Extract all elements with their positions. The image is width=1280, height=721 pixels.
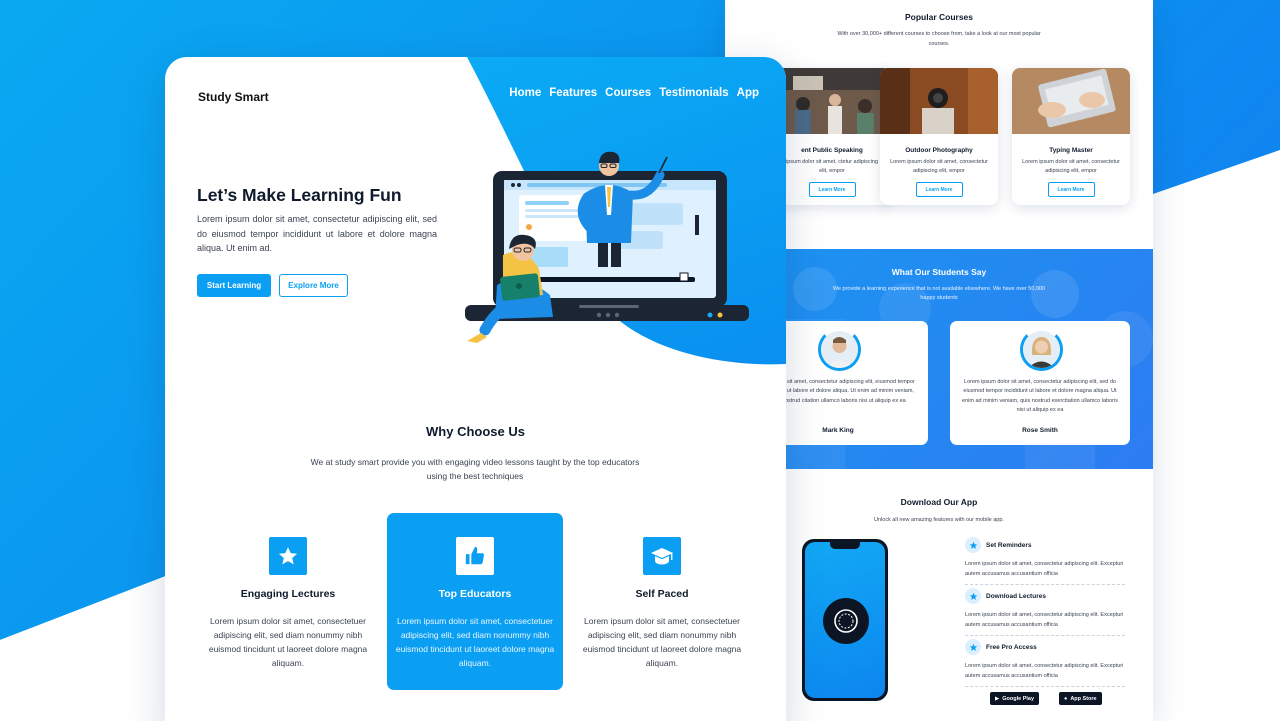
hero-illustration — [465, 151, 749, 343]
star-icon — [269, 537, 307, 575]
learn-more-button[interactable]: Learn More — [1047, 182, 1095, 197]
nav-testimonials[interactable]: Testimonials — [659, 87, 728, 99]
nav-courses[interactable]: Courses — [605, 87, 651, 99]
brand-logo[interactable]: Study Smart — [198, 90, 269, 104]
learn-more-button[interactable]: Learn More — [915, 182, 963, 197]
app-feature-title: Set Reminders — [986, 541, 1032, 549]
play-store-icon: ▶ — [995, 695, 1000, 702]
testimonials-section: What Our Students Say We provide a learn… — [725, 249, 1153, 469]
why-choose-us-title: Why Choose Us — [426, 424, 525, 439]
start-learning-button[interactable]: Start Learning — [197, 274, 271, 297]
star-icon — [965, 639, 981, 655]
graduation-cap-icon — [643, 537, 681, 575]
course-description: Lorem ipsum dolor sit amet, consectetur … — [890, 159, 988, 174]
google-play-badge[interactable]: ▶ Google Play — [990, 692, 1040, 705]
course-name: ent Public Speaking — [801, 147, 863, 154]
feature-text: Lorem ipsum dolor sit amet, consectetuer… — [395, 616, 555, 668]
course-image-typing-master — [1012, 68, 1130, 134]
popular-courses-subtitle: With over 30,000+ different courses to c… — [837, 31, 1041, 47]
phone-screen — [805, 542, 885, 698]
long-page-preview: Popular Courses With over 30,000+ differ… — [725, 0, 1153, 721]
nav-features[interactable]: Features — [549, 87, 597, 99]
nav-app[interactable]: App — [737, 87, 759, 99]
app-store-badge[interactable]: ● App Store — [1059, 692, 1102, 705]
app-feature-item: Download Lectures Lorem ipsum dolor sit … — [965, 588, 1125, 636]
course-card[interactable]: ent Public Speaking ipsum dolor sit amet… — [773, 68, 891, 205]
feature-card: Self Paced Lorem ipsum dolor sit amet, c… — [574, 513, 750, 690]
testimonial-text: Lorem ipsum dolor sit amet, consectetur … — [962, 379, 1118, 413]
apple-icon: ● — [1064, 695, 1068, 702]
landing-page-preview: Study Smart Home Features Courses Testim… — [165, 57, 786, 721]
course-image-public-speaking — [773, 68, 891, 134]
download-app-subtitle: Unlock all new amazing features with our… — [874, 517, 1004, 523]
course-image-outdoor-photography — [880, 68, 998, 134]
why-choose-us-subtitle: We at study smart provide you with engag… — [310, 457, 640, 481]
app-feature-item: Free Pro Access Lorem ipsum dolor sit am… — [965, 639, 1125, 687]
avatar — [818, 328, 861, 371]
testimonial-name: Rose Smith — [1022, 427, 1058, 434]
phone-notch — [830, 542, 860, 549]
app-logo-icon — [823, 598, 869, 644]
nav-home[interactable]: Home — [509, 87, 541, 99]
feature-text: Lorem ipsum dolor sit amet, consectetuer… — [582, 616, 742, 668]
app-feature-item: Set Reminders Lorem ipsum dolor sit amet… — [965, 537, 1125, 585]
app-feature-text: Lorem ipsum dolor sit amet, consectetur … — [965, 611, 1125, 636]
course-description: Lorem ipsum dolor sit amet, consectetur … — [1022, 159, 1120, 174]
app-feature-title: Download Lectures — [986, 592, 1046, 600]
explore-more-button[interactable]: Explore More — [279, 274, 348, 297]
feature-card-highlighted: Top Educators Lorem ipsum dolor sit amet… — [387, 513, 563, 690]
app-feature-text: Lorem ipsum dolor sit amet, consectetur … — [965, 560, 1125, 585]
feature-text: Lorem ipsum dolor sit amet, consectetuer… — [208, 616, 368, 668]
hero-text: Lorem ipsum dolor sit amet, consectetur … — [197, 214, 437, 253]
feature-card: Engaging Lectures Lorem ipsum dolor sit … — [200, 513, 376, 690]
testimonials-title: What Our Students Say — [891, 267, 987, 277]
download-app-title: Download Our App — [900, 497, 978, 507]
learn-more-button[interactable]: Learn More — [808, 182, 856, 197]
testimonial-card: Lorem ipsum dolor sit amet, consectetur … — [950, 321, 1130, 445]
course-description: ipsum dolor sit amet, ctetur adipiscing … — [785, 159, 878, 174]
thumbs-up-icon — [456, 537, 494, 575]
app-feature-text: Lorem ipsum dolor sit amet, consectetur … — [965, 662, 1125, 687]
course-name: Typing Master — [1049, 147, 1093, 154]
star-icon — [965, 537, 981, 553]
star-icon — [965, 588, 981, 604]
course-name: Outdoor Photography — [905, 147, 973, 154]
testimonials-subtitle: We provide a learning experience that is… — [832, 286, 1046, 301]
main-nav: Home Features Courses Testimonials App — [509, 87, 759, 99]
hero-title: Let’s Make Learning Fun — [197, 185, 402, 205]
course-card[interactable]: Typing Master Lorem ipsum dolor sit amet… — [1012, 68, 1130, 205]
avatar — [1020, 328, 1063, 371]
phone-mockup — [802, 539, 888, 701]
feature-title: Self Paced — [635, 588, 689, 600]
course-card[interactable]: Outdoor Photography Lorem ipsum dolor si… — [880, 68, 998, 205]
feature-title: Top Educators — [438, 588, 512, 600]
feature-title: Engaging Lectures — [240, 588, 336, 600]
popular-courses-title: Popular Courses — [904, 12, 974, 22]
app-feature-title: Free Pro Access — [986, 643, 1037, 651]
